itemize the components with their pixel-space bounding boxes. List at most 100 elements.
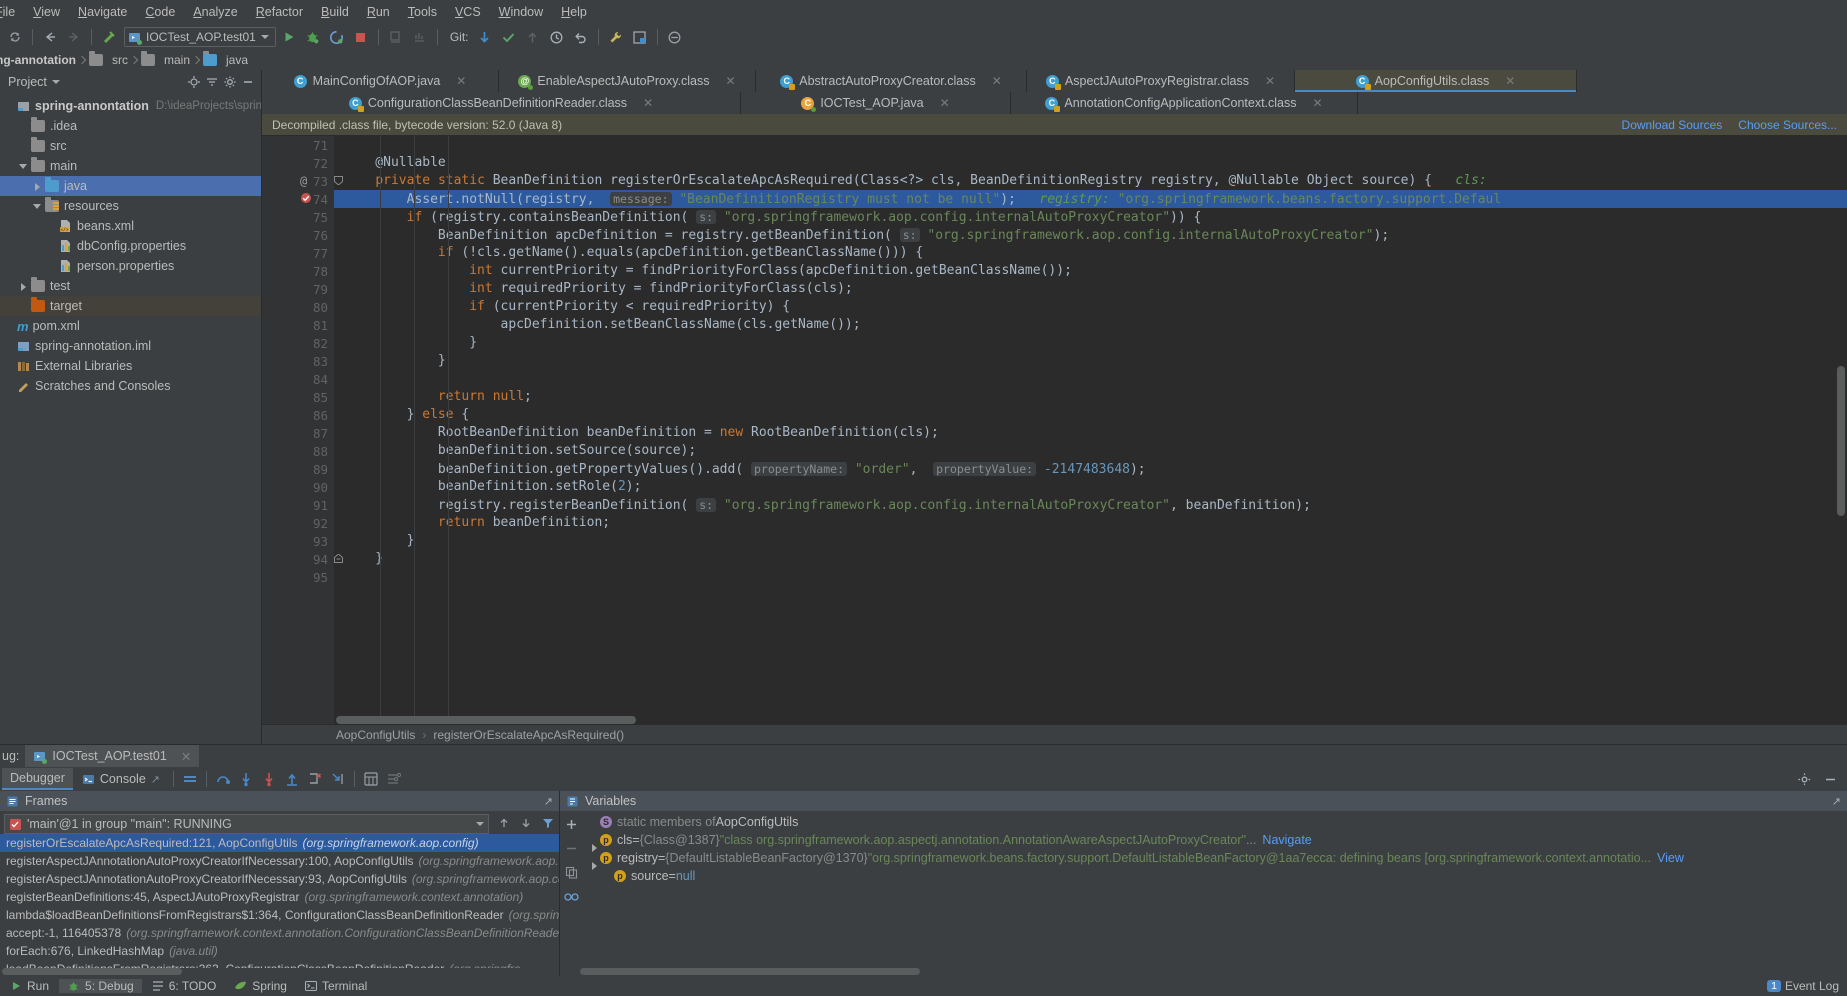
breadcrumb-item-main[interactable]: main bbox=[137, 51, 199, 67]
frame-row[interactable]: loadBeanDefinitionsFromRegistrars:363, C… bbox=[0, 960, 559, 968]
code-line-83[interactable]: } bbox=[334, 352, 1847, 370]
tree-item-spring-annontation[interactable]: spring-annontation D:\ideaProjects\spring… bbox=[0, 96, 261, 116]
copy-value-icon[interactable] bbox=[562, 863, 580, 881]
gear-icon[interactable] bbox=[221, 73, 239, 91]
frame-row[interactable]: accept:-1, 116405378 (org.springframework… bbox=[0, 924, 559, 942]
variable-link[interactable]: View bbox=[1657, 851, 1684, 865]
menu-item-file[interactable]: File bbox=[0, 3, 24, 21]
collapse-all-icon[interactable] bbox=[203, 73, 221, 91]
code-line-95[interactable] bbox=[334, 568, 1847, 586]
close-icon[interactable]: ✕ bbox=[940, 96, 950, 110]
debug-layout-settings-icon[interactable] bbox=[1793, 768, 1815, 790]
close-icon[interactable]: ✕ bbox=[181, 749, 191, 764]
menu-item-window[interactable]: Window bbox=[490, 3, 552, 21]
code-line-75[interactable]: if (registry.containsBeanDefinition( s: … bbox=[334, 208, 1847, 226]
gutter-line-71[interactable]: 71 bbox=[262, 136, 334, 154]
close-icon[interactable]: ✕ bbox=[1265, 74, 1275, 88]
debug-settings-icon[interactable] bbox=[383, 768, 405, 790]
gutter-line-75[interactable]: 75 bbox=[262, 208, 334, 226]
stop-button[interactable] bbox=[350, 26, 372, 48]
locate-file-icon[interactable] bbox=[185, 73, 203, 91]
breadcrumb-item-java[interactable]: java bbox=[199, 51, 257, 67]
gutter-line-85[interactable]: 85 bbox=[262, 388, 334, 406]
menu-item-code[interactable]: Code bbox=[136, 3, 184, 21]
gutter-line-73[interactable]: @73 bbox=[262, 172, 343, 190]
breakpoint-icon[interactable] bbox=[300, 192, 312, 204]
tree-item-target[interactable]: target bbox=[0, 296, 261, 316]
code-line-88[interactable]: beanDefinition.setSource(source); bbox=[334, 442, 1847, 460]
gutter-line-78[interactable]: 78 bbox=[262, 262, 334, 280]
settings-small-icon[interactable]: ↗ bbox=[1832, 795, 1841, 808]
tree-item-dbconfig-properties[interactable]: dbConfig.properties bbox=[0, 236, 261, 256]
editor-tab-enableaspectjautoproxy-class[interactable]: @ EnableAspectJAutoProxy.class ✕ bbox=[499, 70, 756, 92]
gutter-line-74[interactable]: 74 bbox=[262, 190, 334, 208]
gutter-line-79[interactable]: 79 bbox=[262, 280, 334, 298]
frame-up-icon[interactable] bbox=[493, 812, 515, 834]
filter-icon[interactable] bbox=[537, 812, 559, 834]
mute-breakpoints-icon[interactable] bbox=[179, 768, 201, 790]
run-to-cursor-icon[interactable] bbox=[327, 768, 349, 790]
gutter-line-93[interactable]: 93 bbox=[262, 532, 334, 550]
settings-wrench-icon[interactable] bbox=[605, 26, 627, 48]
tree-item-external-libraries[interactable]: External Libraries bbox=[0, 356, 261, 376]
menu-item-navigate[interactable]: Navigate bbox=[69, 3, 136, 21]
evaluate-expression-icon[interactable] bbox=[360, 768, 382, 790]
code-line-89[interactable]: beanDefinition.getPropertyValues().add( … bbox=[334, 460, 1847, 478]
gutter-line-94[interactable]: 94 bbox=[262, 550, 343, 568]
git-update-icon[interactable] bbox=[474, 26, 496, 48]
hide-panel-icon[interactable] bbox=[239, 73, 257, 91]
code-line-85[interactable]: return null; bbox=[334, 388, 1847, 406]
close-icon[interactable]: ✕ bbox=[1505, 74, 1515, 88]
frame-row[interactable]: lambda$loadBeanDefinitionsFromRegistrars… bbox=[0, 906, 559, 924]
tree-item-spring-annotation-iml[interactable]: spring-annotation.iml bbox=[0, 336, 261, 356]
gutter-line-90[interactable]: 90 bbox=[262, 478, 334, 496]
tree-item-main[interactable]: main bbox=[0, 156, 261, 176]
step-out-icon[interactable] bbox=[281, 768, 303, 790]
tree-item--idea[interactable]: .idea bbox=[0, 116, 261, 136]
gutter-line-95[interactable]: 95 bbox=[262, 568, 334, 586]
override-marker-icon[interactable]: @ bbox=[300, 174, 307, 188]
breadcrumb-item-src[interactable]: src bbox=[85, 51, 137, 67]
editor-tab-mainconfigofaop-java[interactable]: C MainConfigOfAOP.java ✕ bbox=[262, 70, 499, 92]
code-line-90[interactable]: beanDefinition.setRole(2); bbox=[334, 478, 1847, 496]
frame-down-icon[interactable] bbox=[515, 812, 537, 834]
status-run[interactable]: Run bbox=[2, 979, 57, 993]
run-configuration-selector[interactable]: IOCTest_AOP.test01 bbox=[124, 27, 276, 47]
code-line-93[interactable]: } bbox=[334, 532, 1847, 550]
git-commit-icon[interactable] bbox=[498, 26, 520, 48]
editor-tab-configurationclassbeandefinitionreader-class[interactable]: C ConfigurationClassBeanDefinitionReader.… bbox=[262, 92, 741, 114]
code-line-74[interactable]: Assert.notNull(registry, message: "BeanD… bbox=[334, 190, 1847, 208]
expand-arrow-icon[interactable] bbox=[32, 181, 43, 192]
code-line-78[interactable]: int currentPriority = findPriorityForCla… bbox=[334, 262, 1847, 280]
menu-item-build[interactable]: Build bbox=[312, 3, 358, 21]
gutter-line-83[interactable]: 83 bbox=[262, 352, 334, 370]
close-icon[interactable]: ✕ bbox=[1313, 96, 1323, 110]
gutter-line-80[interactable]: 80 bbox=[262, 298, 334, 316]
watch-glasses-icon[interactable] bbox=[562, 887, 580, 905]
variable-link[interactable]: Navigate bbox=[1262, 833, 1311, 847]
thread-selector[interactable]: 'main'@1 in group "main": RUNNING bbox=[4, 814, 489, 834]
frame-row[interactable]: registerAspectJAnnotationAutoProxyCreato… bbox=[0, 870, 559, 888]
editor-gutter[interactable]: 71 72 @73 74 75 76 77 78 79 80 81 82 83 84 85 86 87 88 89 9… bbox=[262, 136, 343, 724]
debug-button[interactable] bbox=[302, 26, 324, 48]
code-line-81[interactable]: apcDefinition.setBeanClassName(cls.getNa… bbox=[334, 316, 1847, 334]
tree-item-src[interactable]: src bbox=[0, 136, 261, 156]
close-icon[interactable]: ✕ bbox=[643, 96, 653, 110]
code-line-72[interactable]: @Nullable bbox=[334, 154, 1847, 172]
layout-icon[interactable] bbox=[629, 26, 651, 48]
tree-item-test[interactable]: test bbox=[0, 276, 261, 296]
variables-hscrollbar[interactable] bbox=[580, 968, 920, 975]
frames-list[interactable]: registerOrEscalateApcAsRequired:121, Aop… bbox=[0, 834, 559, 968]
editor-vertical-scrollbar[interactable] bbox=[1835, 136, 1847, 724]
variable-row[interactable]: p cls = {Class@1387} "class org.springfra… bbox=[582, 831, 1847, 852]
gutter-line-87[interactable]: 87 bbox=[262, 424, 334, 442]
code-line-84[interactable] bbox=[334, 370, 1847, 388]
back-arrow-icon[interactable] bbox=[39, 26, 61, 48]
gutter-line-77[interactable]: 77 bbox=[262, 244, 334, 262]
collapse-arrow-icon[interactable] bbox=[18, 161, 29, 172]
editor-tab-aopconfigutils-class[interactable]: C AopConfigUtils.class ✕ bbox=[1295, 70, 1577, 92]
code-line-76[interactable]: BeanDefinition apcDefinition = registry.… bbox=[334, 226, 1847, 244]
gutter-line-86[interactable]: 86 bbox=[262, 406, 334, 424]
code-line-87[interactable]: RootBeanDefinition beanDefinition = new … bbox=[334, 424, 1847, 442]
menu-item-refactor[interactable]: Refactor bbox=[247, 3, 312, 21]
